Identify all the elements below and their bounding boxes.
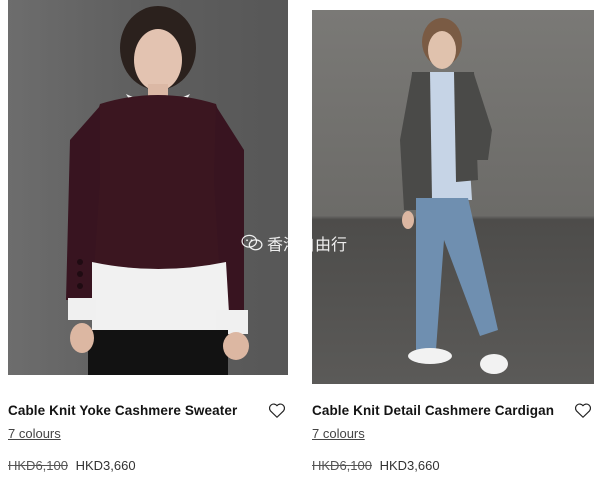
model-illustration <box>66 6 249 375</box>
sale-price: HKD3,660 <box>379 458 440 473</box>
original-price: HKD6,100 <box>312 458 372 473</box>
colours-link[interactable]: 7 colours <box>312 426 365 441</box>
watermark: 香港自由行 <box>241 231 347 255</box>
colours-link[interactable]: 7 colours <box>8 426 61 441</box>
product-card[interactable]: Cable Knit Yoke Cashmere Sweater 7 colou… <box>8 0 288 473</box>
product-image[interactable] <box>8 0 288 375</box>
model-illustration <box>400 18 508 374</box>
product-title[interactable]: Cable Knit Yoke Cashmere Sweater <box>8 403 288 418</box>
product-title-row: Cable Knit Detail Cashmere Cardigan <box>312 403 594 423</box>
watermark-text: 香港自由行 <box>267 235 348 254</box>
product-card[interactable]: Cable Knit Detail Cashmere Cardigan 7 co… <box>312 0 594 473</box>
wechat-icon <box>241 234 263 251</box>
product-title[interactable]: Cable Knit Detail Cashmere Cardigan <box>312 403 594 418</box>
product-title-row: Cable Knit Yoke Cashmere Sweater <box>8 403 288 423</box>
sale-price: HKD3,660 <box>75 458 136 473</box>
heart-outline-icon[interactable] <box>574 402 592 419</box>
price: HKD6,100 HKD3,660 <box>312 458 440 473</box>
price: HKD6,100 HKD3,660 <box>8 458 136 473</box>
original-price: HKD6,100 <box>8 458 68 473</box>
product-image[interactable] <box>312 10 594 384</box>
heart-outline-icon[interactable] <box>268 402 286 419</box>
